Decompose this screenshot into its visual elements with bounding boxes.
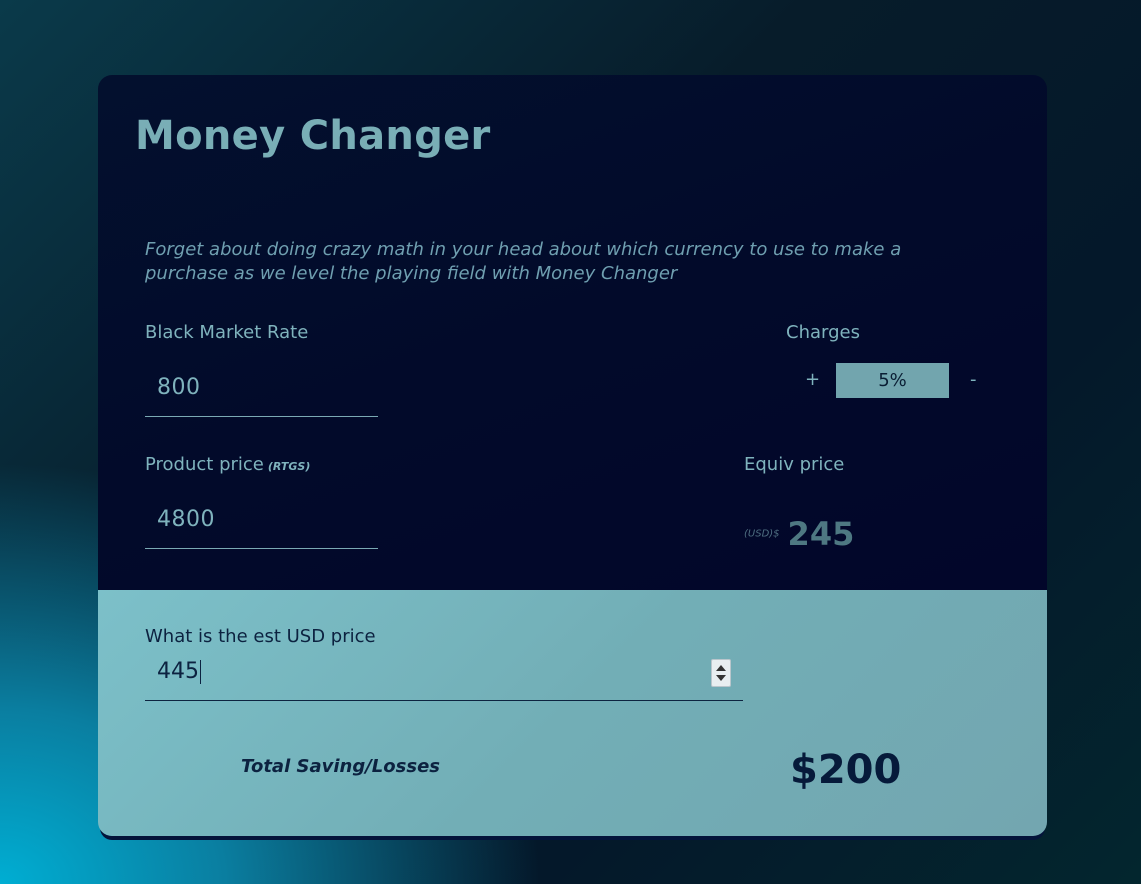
rate-label: Black Market Rate	[145, 322, 308, 343]
charges-increase-button[interactable]: +	[805, 369, 820, 390]
rate-label-text: Black Market Rate	[145, 322, 309, 343]
equiv-price-label: Equiv price	[744, 454, 844, 475]
charges-control: + 5% -	[788, 363, 1008, 398]
charges-value-field[interactable]: 5%	[836, 363, 949, 398]
equiv-price-display: (USD)$ 245	[744, 515, 854, 553]
equiv-price-value: 245	[787, 515, 855, 553]
product-price-input[interactable]: 4800	[145, 493, 378, 549]
charges-decrease-button[interactable]: -	[970, 369, 977, 390]
charges-label-text: Charges	[786, 322, 860, 343]
charges-value: 5%	[878, 370, 907, 391]
total-saving-label: Total Saving/Losses	[241, 756, 440, 777]
equiv-price-currency: (USD)$	[744, 528, 780, 540]
page-subtitle: Forget about doing crazy math in your he…	[145, 239, 902, 284]
product-price-label-text: Product price	[145, 454, 264, 475]
money-changer-card: Money Changer Forget about doing crazy m…	[98, 75, 1047, 836]
spinner-down-icon[interactable]	[716, 675, 726, 681]
number-spinner[interactable]	[711, 659, 731, 687]
usd-estimate-value-wrap: 445	[157, 659, 201, 684]
equiv-price-label-text: Equiv price	[744, 454, 845, 475]
rate-input-value: 800	[157, 375, 201, 400]
usd-estimate-value: 445	[157, 659, 199, 684]
usd-estimate-input[interactable]: 445	[145, 655, 743, 701]
product-price-unit: (RTGS)	[267, 460, 311, 473]
charges-label: Charges	[786, 322, 860, 343]
product-price-label: Product price (RTGS)	[145, 454, 310, 475]
usd-estimate-label: What is the est USD price	[145, 626, 376, 647]
text-cursor	[200, 660, 201, 684]
page-title: Money Changer	[135, 113, 491, 159]
spinner-up-icon[interactable]	[716, 665, 726, 671]
total-saving-value: $200	[790, 747, 902, 793]
product-price-input-value: 4800	[157, 507, 215, 532]
rate-input[interactable]: 800	[145, 361, 378, 417]
